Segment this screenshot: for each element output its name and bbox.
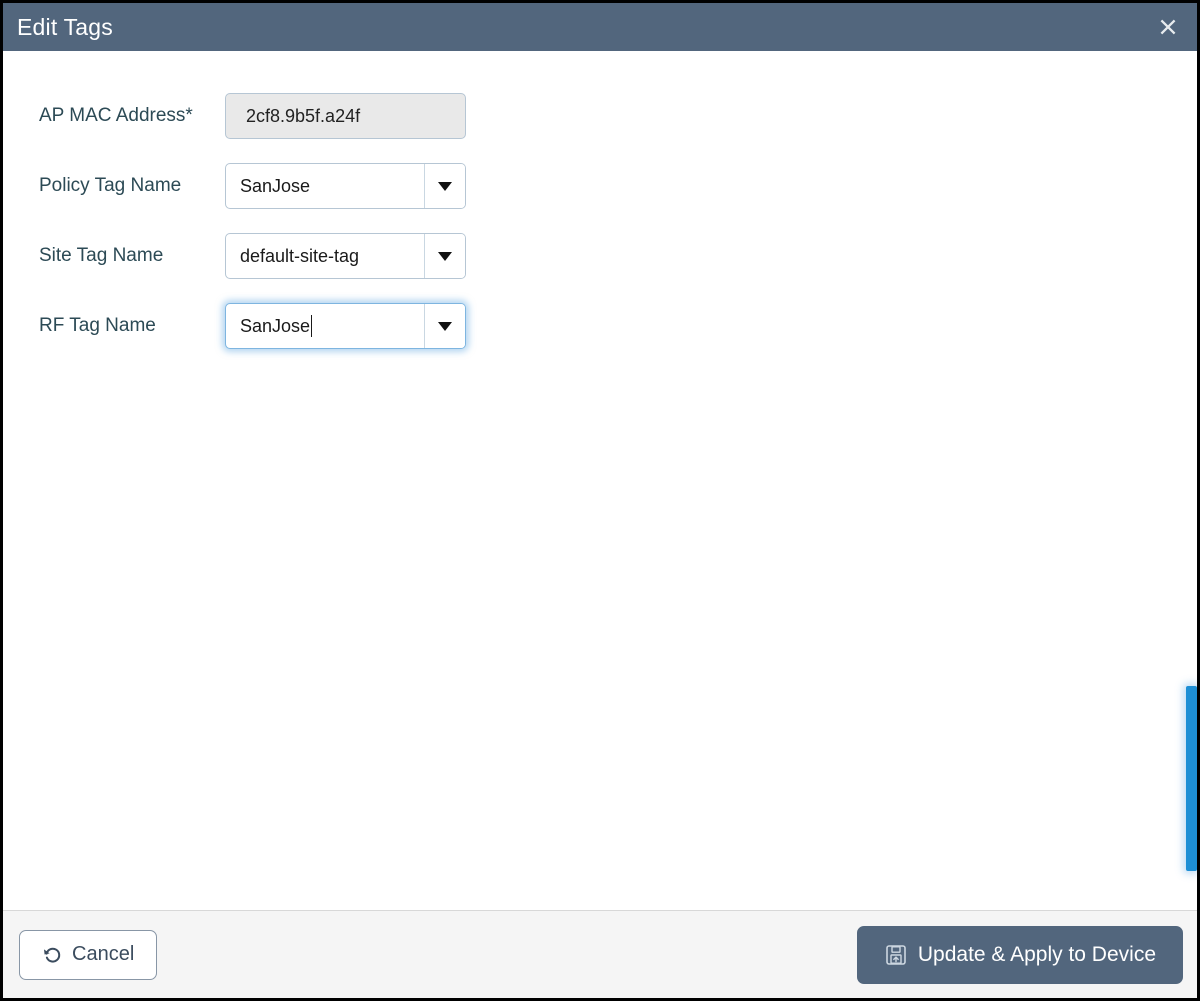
chevron-down-icon[interactable]: [424, 304, 465, 348]
form-row-ap-mac-address: AP MAC Address*: [3, 81, 1197, 151]
chevron-down-icon[interactable]: [424, 164, 465, 208]
field-rf-tag-name: SanJose: [225, 303, 466, 349]
rf-tag-name-value[interactable]: SanJose: [226, 304, 424, 348]
rf-tag-name-text: SanJose: [240, 315, 311, 336]
field-site-tag-name: default-site-tag: [225, 233, 466, 279]
update-apply-button-label: Update & Apply to Device: [917, 942, 1156, 966]
close-icon[interactable]: [1155, 14, 1181, 40]
rf-tag-name-combo[interactable]: SanJose: [225, 303, 466, 349]
field-ap-mac-address: [225, 93, 466, 139]
policy-tag-name-combo[interactable]: SanJose: [225, 163, 466, 209]
cancel-button-label: Cancel: [72, 943, 135, 965]
dialog-body: AP MAC Address* Policy Tag Name SanJose …: [3, 51, 1197, 910]
site-tag-name-value[interactable]: default-site-tag: [226, 234, 424, 278]
form-row-site-tag-name: Site Tag Name default-site-tag: [3, 221, 1197, 291]
undo-icon: [42, 945, 62, 965]
label-ap-mac-address: AP MAC Address*: [39, 104, 193, 126]
dialog-footer: Cancel Update & Apply to Device: [3, 910, 1197, 998]
form-row-rf-tag-name: RF Tag Name SanJose: [3, 291, 1197, 361]
text-cursor: [311, 315, 313, 337]
chevron-down-icon[interactable]: [424, 234, 465, 278]
edit-tags-dialog: Edit Tags AP MAC Address* Policy Tag Nam…: [0, 0, 1200, 1001]
policy-tag-name-value[interactable]: SanJose: [226, 164, 424, 208]
label-site-tag-name: Site Tag Name: [39, 244, 164, 266]
cancel-button[interactable]: Cancel: [19, 929, 158, 980]
ap-mac-address-input[interactable]: [225, 93, 466, 139]
form-row-policy-tag-name: Policy Tag Name SanJose: [3, 151, 1197, 221]
update-apply-to-device-button[interactable]: Update & Apply to Device: [856, 925, 1183, 984]
field-policy-tag-name: SanJose: [225, 163, 466, 209]
dialog-header: Edit Tags: [3, 3, 1197, 51]
site-tag-name-combo[interactable]: default-site-tag: [225, 233, 466, 279]
label-rf-tag-name: RF Tag Name: [39, 314, 156, 336]
dialog-title: Edit Tags: [17, 13, 113, 40]
vertical-scroll-indicator[interactable]: [1186, 686, 1197, 871]
label-policy-tag-name: Policy Tag Name: [39, 174, 182, 196]
save-icon: [884, 943, 908, 967]
